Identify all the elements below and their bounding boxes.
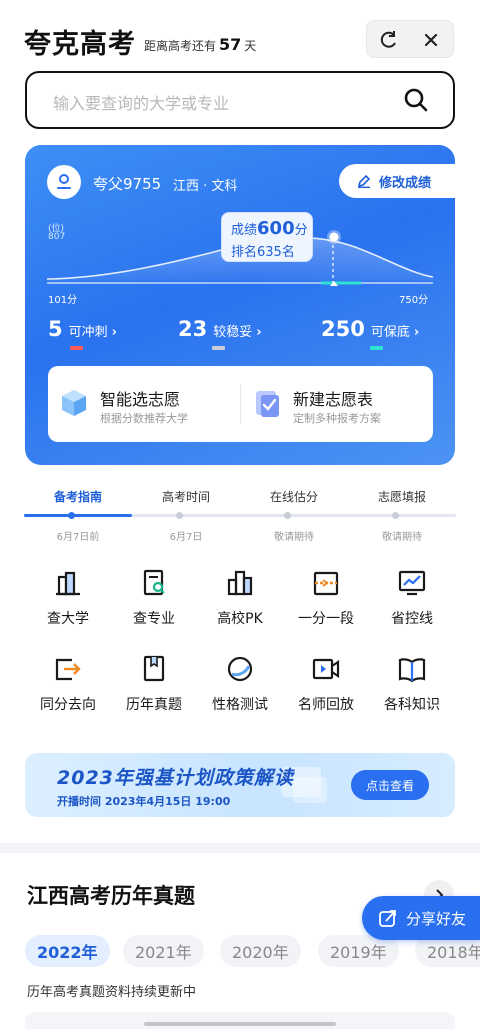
x-axis-max: 750分: [399, 295, 429, 306]
chevron-right-icon: ›: [256, 325, 262, 340]
past-exams-icon: [143, 655, 165, 682]
personality-test-icon: [227, 656, 253, 682]
control-line-icon: [398, 570, 426, 596]
timeline-date: 敬请期待: [274, 532, 314, 543]
exam-list-card: [25, 1012, 455, 1029]
section-note: 历年高考真题资料持续更新中: [27, 985, 197, 1000]
timeline-dot: [392, 512, 399, 519]
stat-stable-indicator: [212, 346, 225, 350]
search-input[interactable]: 输入要查询的大学或专业: [53, 90, 229, 114]
major-search-icon: [143, 569, 165, 596]
stat-stable[interactable]: 23 较稳妥 ›: [178, 317, 262, 341]
exam-countdown: 距离高考还有 57 天: [144, 35, 256, 54]
chevron-right-icon: ›: [111, 325, 117, 340]
score-bubble: 成绩600分 排名635名: [221, 212, 313, 262]
banner-title: 2023年强基计划政策解读: [57, 767, 294, 789]
countdown-suffix: 天: [244, 39, 257, 53]
timeline-dot: [176, 512, 183, 519]
same-score-icon: [55, 658, 81, 681]
rank-text: 排名635名: [231, 245, 295, 260]
share-icon: [379, 910, 396, 927]
book-icon: [398, 658, 426, 683]
header: 夸克高考 距离高考还有 57 天: [24, 14, 456, 62]
score-value: 600: [257, 218, 295, 239]
timeline-dot: [284, 512, 291, 519]
pencil-icon: [357, 174, 371, 188]
stat-safe[interactable]: 250 可保底 ›: [321, 317, 419, 341]
share-label: 分享好友: [406, 909, 467, 928]
section-separator: [0, 843, 480, 853]
smart-choice-button[interactable]: 智能选志愿 根据分数推荐大学: [48, 366, 238, 442]
university-icon: [56, 571, 80, 596]
tool-video-replay[interactable]: 名师回放: [282, 654, 368, 724]
user-name: 夸父9755: [93, 175, 162, 193]
timeline-dot: [68, 512, 75, 519]
tool-major[interactable]: 查专业: [110, 568, 196, 638]
tool-knowledge[interactable]: 各科知识: [368, 654, 454, 724]
edit-score-button[interactable]: 修改成绩: [339, 164, 455, 198]
tool-personality[interactable]: 性格测试: [196, 654, 282, 724]
tab-score-estimate[interactable]: 在线估分: [240, 488, 348, 505]
tool-score-segment[interactable]: 一分一段: [282, 568, 368, 638]
year-tab-2022[interactable]: 2022年: [25, 935, 110, 967]
tool-same-score[interactable]: 同分去向: [24, 654, 110, 724]
banner-time: 开播时间 2023年4月15日 19:00: [57, 795, 231, 808]
timeline-date: 敬请期待: [382, 532, 422, 543]
section-title: 江西高考历年真题: [27, 884, 195, 908]
view-now-button[interactable]: 点击查看: [351, 770, 429, 800]
tab-application[interactable]: 志愿填报: [348, 488, 456, 505]
edit-score-label: 修改成绩: [379, 175, 432, 191]
stat-rush-indicator: [70, 346, 83, 350]
exam-timeline: 备考指南 高考时间 在线估分 志愿填报 6月7日前 6月7日 敬请期待 敬请期待: [24, 488, 456, 544]
feature-box: 智能选志愿 根据分数推荐大学 新建志愿表 定制多种报考方案: [48, 366, 433, 442]
timeline-progress: [24, 514, 132, 517]
mini-program-capsule: [366, 20, 454, 58]
stat-rush[interactable]: 5 可冲刺 ›: [48, 317, 117, 341]
cube-icon: [62, 390, 86, 416]
search-bar[interactable]: 输入要查询的大学或专业: [25, 71, 455, 129]
refresh-button[interactable]: [367, 21, 411, 59]
tool-past-exams[interactable]: 历年真题: [110, 654, 196, 724]
share-button[interactable]: 分享好友: [362, 896, 480, 940]
compare-icon: [227, 570, 253, 596]
avatar[interactable]: [47, 165, 81, 199]
score-text: 成绩600分: [231, 218, 308, 239]
timeline-date: 6月7日前: [56, 532, 100, 543]
countdown-prefix: 距离高考还有: [144, 39, 217, 53]
video-replay-icon: [312, 658, 340, 680]
timeline-date: 6月7日: [169, 532, 203, 543]
tab-exam-time[interactable]: 高考时间: [132, 488, 240, 505]
tool-control-line[interactable]: 省控线: [368, 568, 454, 638]
tool-university[interactable]: 查大学: [24, 568, 110, 638]
stat-safe-indicator: [370, 346, 383, 350]
close-button[interactable]: [409, 21, 453, 59]
tab-prep-guide[interactable]: 备考指南: [24, 488, 132, 505]
new-plan-button[interactable]: 新建志愿表 定制多种报考方案: [241, 366, 431, 442]
refresh-icon: [380, 31, 396, 48]
checklist-icon: [256, 391, 279, 417]
year-tab-2021[interactable]: 2021年: [123, 935, 204, 967]
home-indicator[interactable]: [144, 1022, 336, 1026]
x-axis-min: 101分: [48, 295, 78, 306]
score-card: 夸父9755 江西 · 文科 修改成绩 (位) 807 101分 750分 成绩…: [25, 145, 455, 465]
score-segment-icon: [313, 571, 339, 596]
user-icon: [57, 174, 71, 189]
countdown-days: 57: [219, 35, 242, 54]
search-icon[interactable]: [403, 87, 429, 113]
year-tab-2020[interactable]: 2020年: [220, 935, 301, 967]
livestream-banner[interactable]: 2023年强基计划政策解读 开播时间 2023年4月15日 19:00 点击查看: [25, 753, 455, 817]
app-title: 夸克高考: [24, 29, 136, 60]
close-icon: [424, 33, 438, 47]
tool-compare[interactable]: 高校PK: [196, 568, 282, 638]
chevron-right-icon: ›: [413, 325, 420, 340]
user-region: 江西 · 文科: [173, 179, 238, 194]
